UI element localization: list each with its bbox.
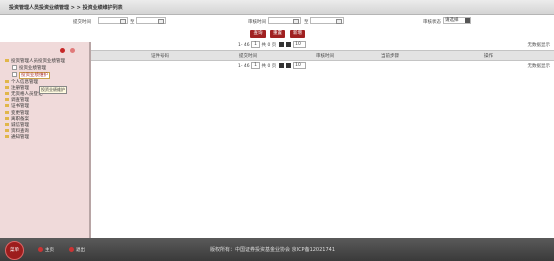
col-header: 提交时间 — [239, 54, 257, 59]
pager-total: 共 0 页 — [261, 64, 277, 69]
folder-icon — [5, 116, 9, 120]
page-input[interactable]: 1 — [251, 41, 261, 48]
last-page-icon[interactable] — [285, 63, 291, 68]
table-header: 证件号码 提交时间 审核时间 当前步骤 操作 — [91, 50, 554, 61]
to-label: 至 — [130, 20, 135, 25]
query-button[interactable]: 查询 — [250, 30, 266, 38]
folder-icon — [5, 123, 9, 127]
page-size-select[interactable]: 10 — [293, 41, 307, 48]
calendar-icon[interactable] — [293, 19, 299, 24]
menu-button[interactable]: 菜单 — [5, 241, 24, 260]
col-header: 当前步骤 — [381, 54, 399, 59]
nav-tree: 投资管理人员投资业绩管理 投资业绩管理 投资业绩维护 个人信息管理 注册管理 无… — [5, 59, 65, 142]
folder-icon — [5, 85, 9, 89]
to-label: 至 — [304, 20, 309, 25]
no-data-text: 无数据显示 — [527, 64, 551, 69]
search-form: 提交时间 至 审核时间 至 审核状态 请选择 — [0, 15, 554, 28]
col-header: 审核时间 — [316, 54, 334, 59]
tree-item-selected[interactable]: 投资业绩维护 — [5, 72, 65, 80]
folder-icon — [5, 92, 9, 96]
review-status-label: 审核状态 — [423, 20, 441, 25]
next-page-icon[interactable] — [278, 63, 284, 68]
tree-item[interactable]: 通知管理 — [5, 135, 65, 141]
add-button[interactable]: 新增 — [290, 30, 305, 38]
reset-button[interactable]: 重置 — [270, 30, 285, 38]
review-time-label: 审核时间 — [248, 20, 266, 25]
col-header: 操作 — [484, 54, 493, 59]
footer-bar: 菜单 主页 退出 版权所有：中国证券投资基金业协会 京ICP备12021741 — [0, 238, 554, 261]
submit-time-from-input[interactable] — [98, 17, 128, 24]
folder-icon — [5, 79, 9, 83]
review-time-from-input[interactable] — [268, 17, 301, 24]
last-page-icon[interactable] — [285, 42, 291, 47]
submit-time-to-input[interactable] — [136, 17, 166, 24]
pager-range: 1- 46 — [238, 64, 250, 69]
logout-icon — [69, 247, 74, 252]
review-status-select[interactable]: 请选择 — [443, 17, 471, 24]
tooltip: 投资业绩维护 — [39, 86, 67, 94]
action-buttons: 查询 重置 新增 — [0, 30, 554, 40]
folder-icon — [5, 59, 9, 62]
no-data-text: 无数据显示 — [527, 43, 551, 48]
calendar-icon[interactable] — [336, 19, 342, 24]
home-link[interactable]: 主页 — [38, 247, 54, 253]
calendar-icon[interactable] — [120, 19, 126, 24]
sidebar: 投资管理人员投资业绩管理 投资业绩管理 投资业绩维护 个人信息管理 注册管理 无… — [0, 42, 91, 238]
refresh-icon[interactable] — [70, 48, 76, 53]
page-size-select[interactable]: 10 — [293, 62, 307, 69]
next-page-icon[interactable] — [278, 42, 284, 47]
logout-link[interactable]: 退出 — [69, 247, 85, 253]
sidebar-toolbar — [60, 48, 76, 55]
pager-top: 1- 46 1 共 0 页 10 — [238, 41, 307, 48]
page-input[interactable]: 1 — [251, 62, 261, 69]
folder-icon — [5, 129, 9, 133]
pager-total: 共 0 页 — [261, 43, 277, 48]
folder-icon — [5, 98, 9, 102]
folder-icon — [5, 135, 9, 139]
collapse-icon[interactable] — [60, 48, 65, 53]
review-status-value: 请选择 — [445, 18, 459, 23]
page-icon — [12, 65, 17, 71]
page-title: 投资管理人员投资业绩管理 > > 投资业绩维护列表 — [9, 5, 123, 11]
chevron-down-icon[interactable] — [465, 18, 470, 23]
pager-bottom: 1- 46 1 共 0 页 10 — [238, 62, 307, 69]
title-bar: 投资管理人员投资业绩管理 > > 投资业绩维护列表 — [0, 0, 554, 15]
home-icon — [38, 247, 43, 252]
folder-icon — [5, 110, 9, 114]
calendar-icon[interactable] — [158, 19, 164, 24]
review-time-to-input[interactable] — [310, 17, 344, 24]
copyright-text: 版权所有：中国证券投资基金业协会 京ICP备12021741 — [210, 247, 336, 253]
submit-time-label: 提交时间 — [73, 20, 91, 25]
page-icon — [12, 72, 17, 78]
folder-icon — [5, 104, 9, 108]
col-header: 证件号码 — [151, 54, 169, 59]
pager-range: 1- 46 — [238, 43, 250, 48]
